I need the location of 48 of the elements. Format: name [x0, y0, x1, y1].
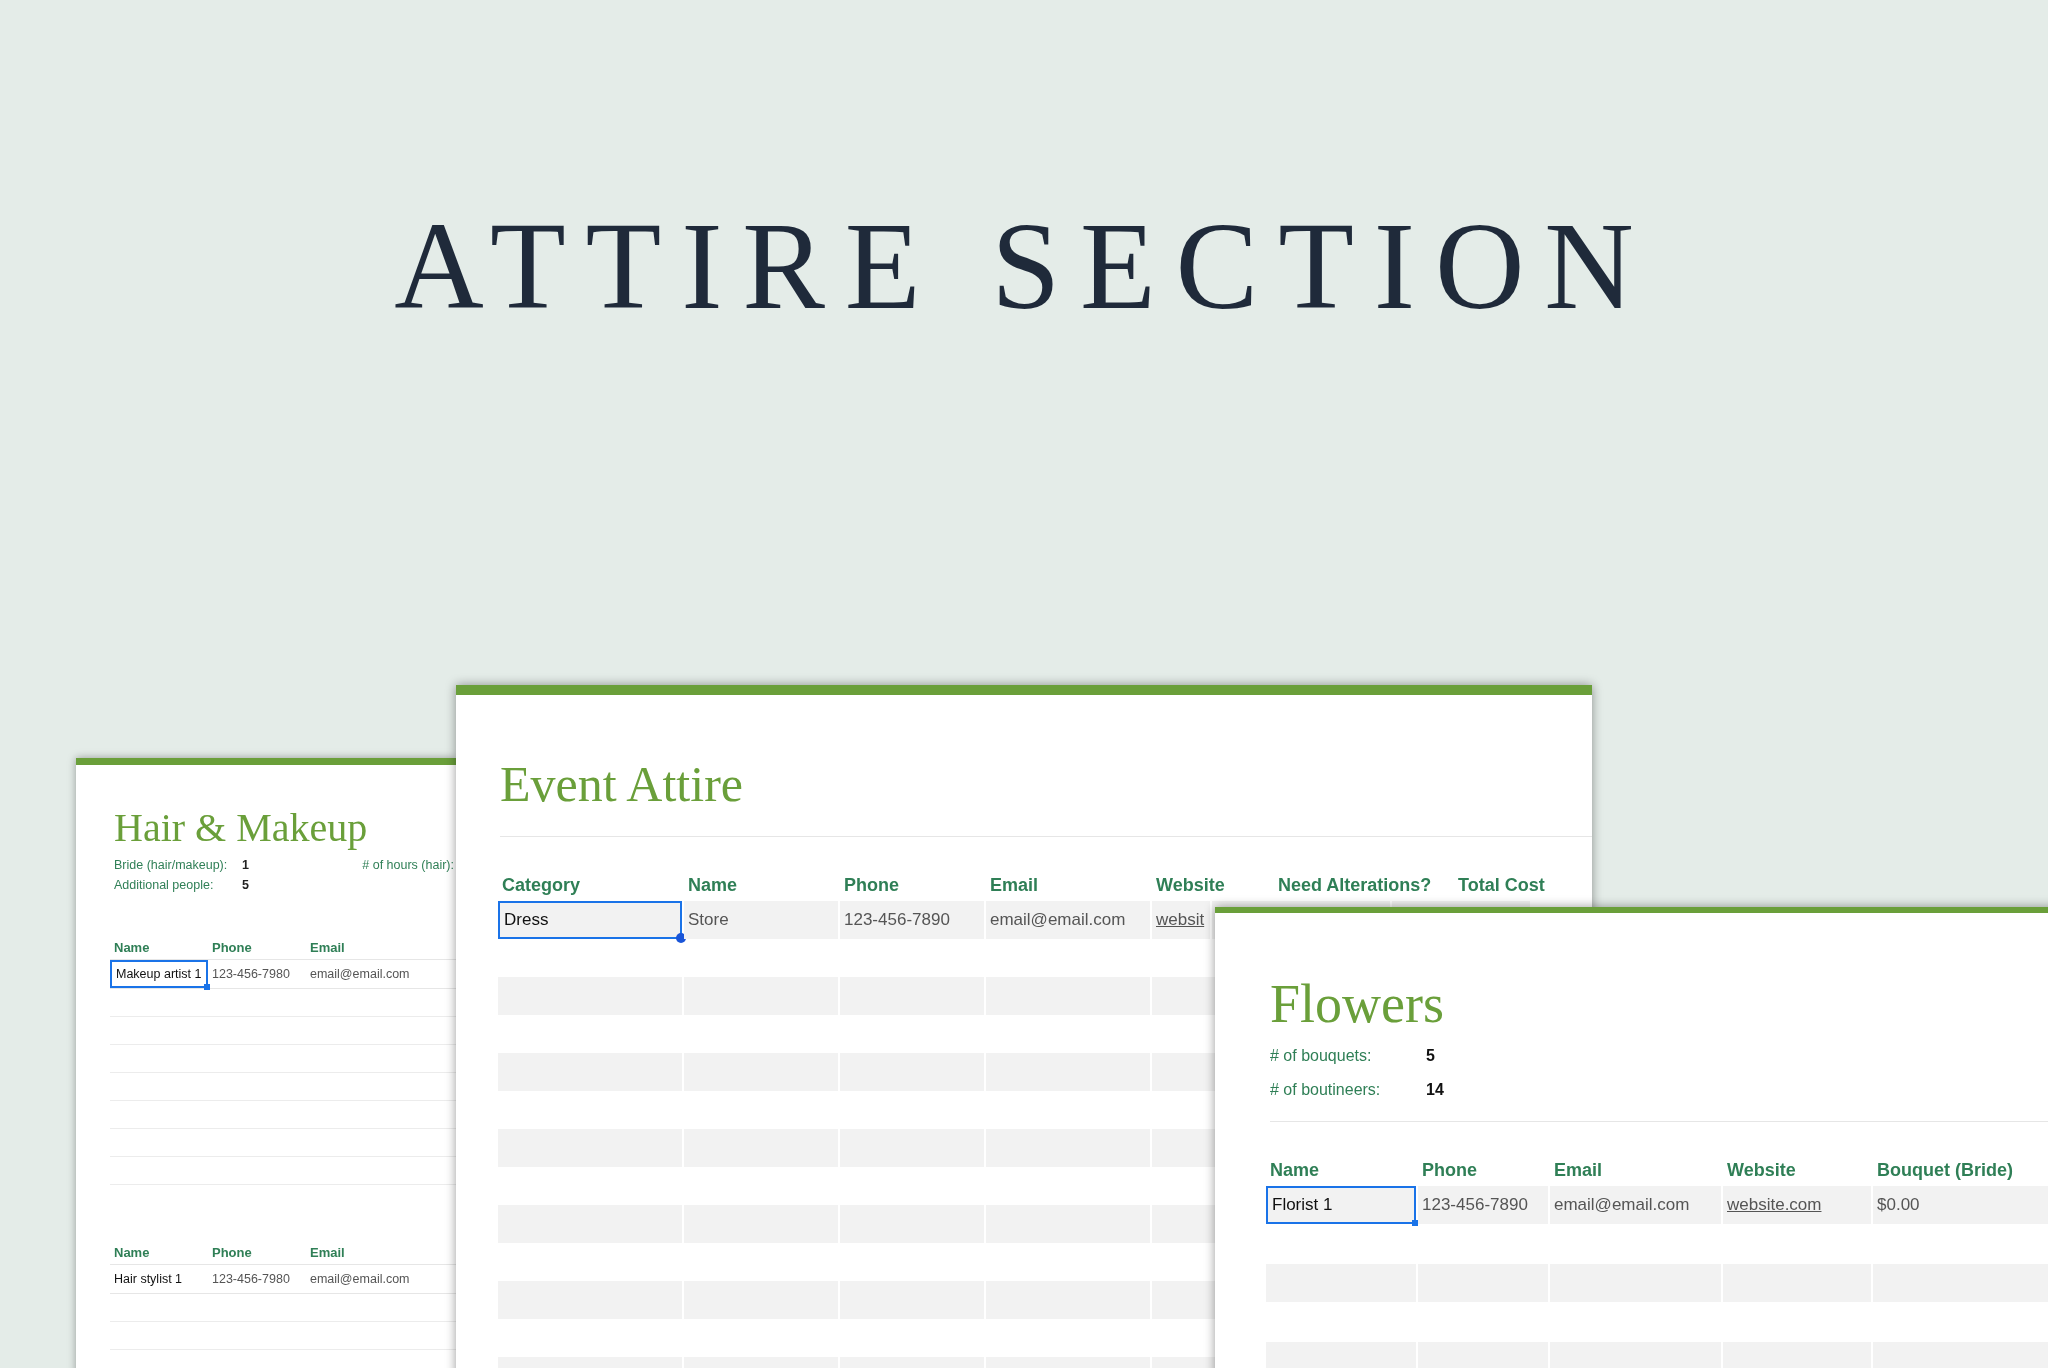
- field-value: 5: [1426, 1045, 1435, 1066]
- column-header: Email: [1553, 1160, 1604, 1180]
- column-header: Email: [309, 940, 346, 955]
- column-header: Phone: [211, 1245, 253, 1260]
- column-header: Total Cost: [1457, 875, 1546, 895]
- table-cell[interactable]: Makeup artist 1: [110, 960, 208, 988]
- field-label: Additional people:: [114, 876, 215, 894]
- column-header: Email: [989, 875, 1040, 895]
- field-value: 5: [242, 876, 249, 894]
- table-cell[interactable]: email@email.com: [306, 1265, 426, 1293]
- column-header: Website: [1726, 1160, 1797, 1180]
- table-cell[interactable]: email@email.com: [986, 900, 1150, 939]
- table-cell[interactable]: 123-456-7980: [208, 1265, 306, 1293]
- column-header: Need Alterations?: [1277, 875, 1433, 895]
- field-label: # of boutineers:: [1270, 1079, 1382, 1100]
- table-cell[interactable]: email@email.com: [1550, 1185, 1721, 1224]
- field-label: Bride (hair/makeup):: [114, 856, 229, 874]
- column-header: Name: [687, 875, 739, 895]
- column-header: Bouquet (Bride): [1876, 1160, 2014, 1180]
- table-cell[interactable]: 123-456-7980: [208, 960, 306, 988]
- fill-handle-icon[interactable]: [204, 984, 210, 990]
- column-header: Name: [1269, 1160, 1321, 1180]
- field-label: # of bouquets:: [1270, 1045, 1373, 1066]
- field-value: 1: [242, 856, 249, 874]
- field-label: # of hours (hair):: [362, 857, 454, 874]
- sheet-heading: Flowers: [1270, 973, 1445, 1036]
- table-cell[interactable]: 123-456-7890: [840, 900, 984, 939]
- page-title: ATTIRE SECTION: [394, 205, 1654, 329]
- column-header: Phone: [843, 875, 900, 895]
- table-cell[interactable]: Hair stylist 1: [110, 1265, 208, 1293]
- table-cell[interactable]: Store: [684, 900, 838, 939]
- sheet-heading: Event Attire: [500, 755, 744, 814]
- table-cell[interactable]: 123-456-7890: [1418, 1185, 1548, 1224]
- column-header: Name: [113, 940, 151, 955]
- column-header: Category: [501, 875, 582, 895]
- field-value: 14: [1426, 1079, 1444, 1100]
- column-header: Email: [309, 1245, 346, 1260]
- table-cell[interactable]: website.com: [1723, 1185, 1871, 1224]
- column-header: Phone: [1421, 1160, 1478, 1180]
- table-cell[interactable]: email@email.com: [306, 960, 426, 988]
- sheet-heading: Hair & Makeup: [114, 804, 369, 852]
- column-header: Phone: [211, 940, 253, 955]
- table-cell[interactable]: websit: [1152, 900, 1210, 939]
- table-cell[interactable]: Florist 1: [1266, 1185, 1416, 1224]
- column-header: Name: [113, 1245, 151, 1260]
- table-cell[interactable]: $0.00: [1873, 1185, 2048, 1224]
- fill-handle-icon[interactable]: [1412, 1219, 1418, 1226]
- column-header: Website: [1155, 875, 1226, 895]
